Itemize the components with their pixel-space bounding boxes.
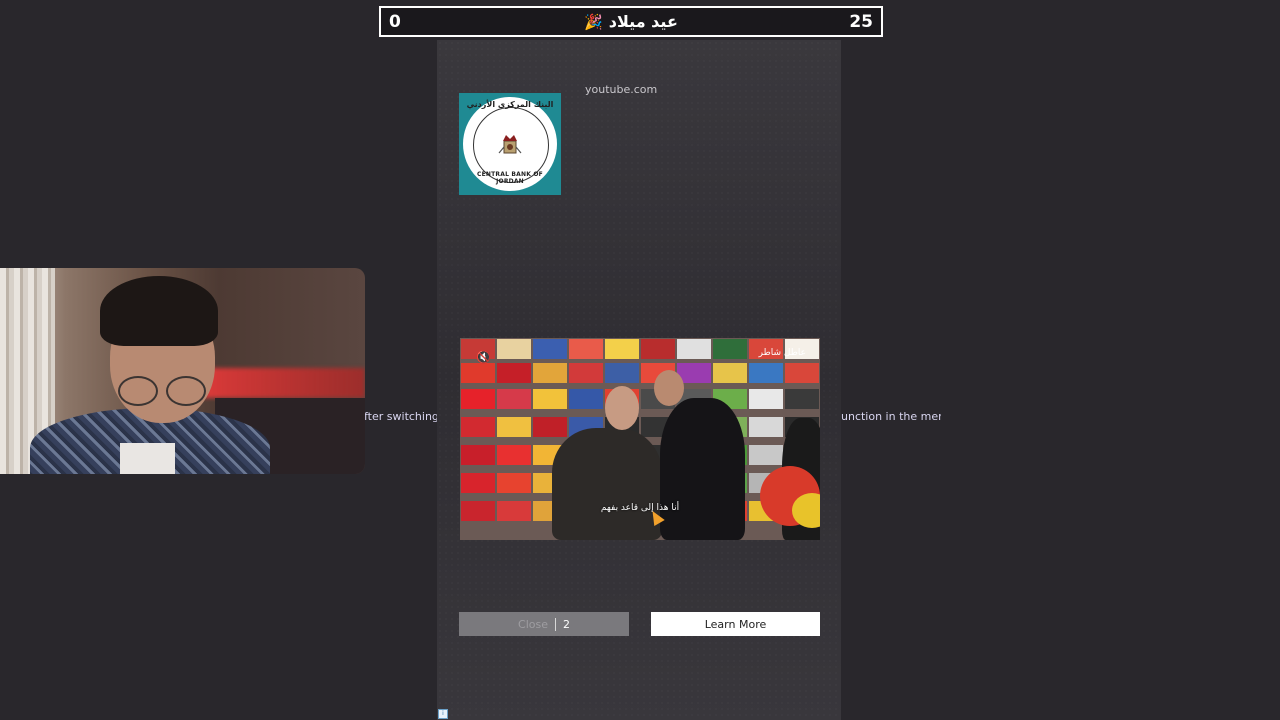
score-bar: 0 🎉 عيد ميلاد 25 (379, 6, 883, 37)
old-man-figure (552, 428, 662, 540)
webcam-overlay (0, 268, 365, 474)
young-man-figure (660, 398, 745, 540)
ad-panel: البنك المركزي الأردني CENTRAL BANK OF JO… (437, 40, 841, 720)
tshirt (120, 443, 175, 474)
left-score: 0 (389, 11, 401, 32)
young-man-head (654, 370, 684, 406)
old-man-head (605, 386, 639, 430)
close-label: Close (518, 617, 548, 631)
channel-watermark: عاطل شاطر (758, 348, 806, 358)
mute-icon[interactable]: 🔇 (476, 350, 491, 364)
close-countdown: 2 (562, 617, 570, 631)
hair (100, 276, 218, 346)
led-glow (190, 368, 365, 398)
shelf-row (460, 388, 820, 410)
side-hint-right: unction in the menu! (841, 410, 941, 423)
advertiser-logo[interactable]: البنك المركزي الأردني CENTRAL BANK OF JO… (459, 93, 561, 195)
seal-english-text: CENTRAL BANK OF JORDAN (477, 171, 543, 185)
game-title: عيد ميلاد (608, 12, 678, 31)
ad-video[interactable]: 🔇 عاطل شاطر أنا هذا إلى قاعد بفهم (460, 338, 820, 540)
bank-seal: البنك المركزي الأردني CENTRAL BANK OF JO… (463, 97, 557, 191)
side-hint-left: fter switching th (364, 410, 438, 423)
party-popper-icon: 🎉 (584, 12, 603, 31)
learn-more-button[interactable]: Learn More (651, 612, 820, 636)
video-subtitle: أنا هذا إلى قاعد بفهم (600, 503, 680, 513)
glasses-icon (118, 376, 208, 406)
separator (554, 617, 556, 631)
close-ad-button[interactable]: Close 2 (459, 612, 629, 636)
shelf-row (460, 362, 820, 384)
title-wrap: 🎉 عيد ميلاد (381, 8, 881, 35)
right-score: 25 (849, 11, 873, 32)
adchoices-icon[interactable]: i (438, 709, 448, 719)
ad-domain[interactable]: youtube.com (585, 83, 657, 96)
crown-emblem-icon (498, 135, 522, 154)
seal-arabic-text: البنك المركزي الأردني (466, 100, 554, 109)
game-screen: 0 🎉 عيد ميلاد 25 fter switching th uncti… (0, 0, 1280, 720)
